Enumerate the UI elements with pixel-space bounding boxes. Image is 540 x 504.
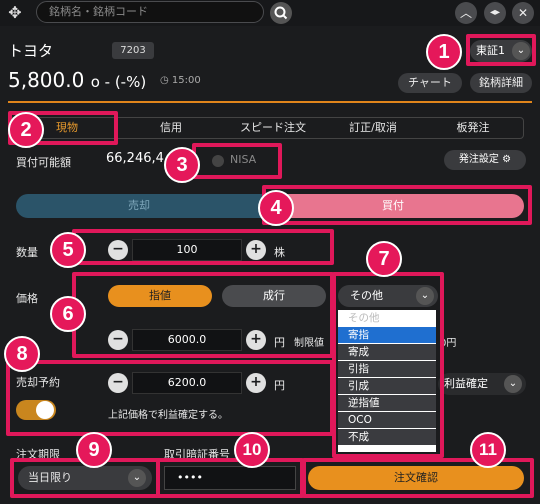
tab-board-order[interactable]: 板発注	[423, 118, 523, 138]
move-icon[interactable]: ✥	[6, 4, 24, 22]
price-value: 5,800.0	[8, 68, 85, 92]
callout-frame-3	[192, 143, 282, 179]
price-label: 価格	[16, 292, 38, 305]
order-settings-button[interactable]: 発注設定 ⚙	[444, 150, 526, 170]
buying-power-label: 買付可能額	[16, 156, 71, 169]
clock-icon: ◷	[160, 75, 169, 86]
buying-power-value: 66,246,4	[106, 151, 164, 166]
stock-name: トヨタ	[8, 42, 54, 60]
callout-frame-4	[262, 185, 532, 225]
callout-badge-8: 8	[4, 336, 40, 372]
sell-button[interactable]: 売却	[16, 194, 262, 218]
stock-detail-button[interactable]: 銘柄詳細	[470, 73, 532, 93]
gear-icon: ⚙	[502, 154, 512, 165]
callout-frame-6	[72, 272, 334, 358]
callout-badge-10: 10	[234, 432, 270, 468]
tab-correct-cancel[interactable]: 訂正/取消	[323, 118, 423, 138]
callout-badge-2: 2	[8, 112, 44, 148]
price-change: o - (-%)	[90, 73, 147, 91]
price-time: ◷ 15:00	[160, 75, 201, 86]
stock-code-badge: 7203	[112, 42, 154, 59]
callout-frame-5	[72, 229, 334, 265]
profit-take-select[interactable]: 利益確定 ⌄	[438, 373, 526, 395]
search-input[interactable]: 銘柄名・銘柄コード	[36, 1, 264, 23]
chevron-down-icon: ⌄	[504, 375, 522, 393]
chevron-up-icon[interactable]: ︿	[455, 2, 477, 24]
order-settings-label: 発注設定	[458, 154, 499, 165]
callout-badge-11: 11	[470, 432, 506, 468]
callout-badge-4: 4	[258, 190, 294, 226]
callout-frame-1	[466, 34, 536, 66]
close-icon[interactable]: ✕	[512, 2, 534, 24]
profit-take-select-value: 利益確定	[444, 377, 488, 390]
callout-badge-7: 7	[366, 241, 402, 277]
quantity-label: 数量	[16, 246, 38, 259]
tab-speed-order[interactable]: スピード注文	[223, 118, 323, 138]
price-time-value: 15:00	[171, 75, 201, 86]
callout-frame-10	[156, 458, 304, 498]
chart-button[interactable]: チャート	[398, 73, 462, 93]
search-icon[interactable]	[270, 2, 292, 24]
callout-badge-6: 6	[50, 296, 86, 332]
tab-shinyo[interactable]: 信用	[119, 118, 223, 138]
swap-icon[interactable]: ◂▸	[484, 2, 506, 24]
callout-frame-7	[332, 272, 444, 458]
callout-badge-5: 5	[50, 232, 86, 268]
callout-badge-1: 1	[426, 34, 462, 70]
stock-price: 5,800.0 o - (-%)	[8, 68, 146, 92]
callout-badge-3: 3	[164, 147, 200, 183]
callout-frame-8	[6, 360, 334, 436]
section-divider	[8, 101, 532, 103]
callout-badge-9: 9	[76, 432, 112, 468]
